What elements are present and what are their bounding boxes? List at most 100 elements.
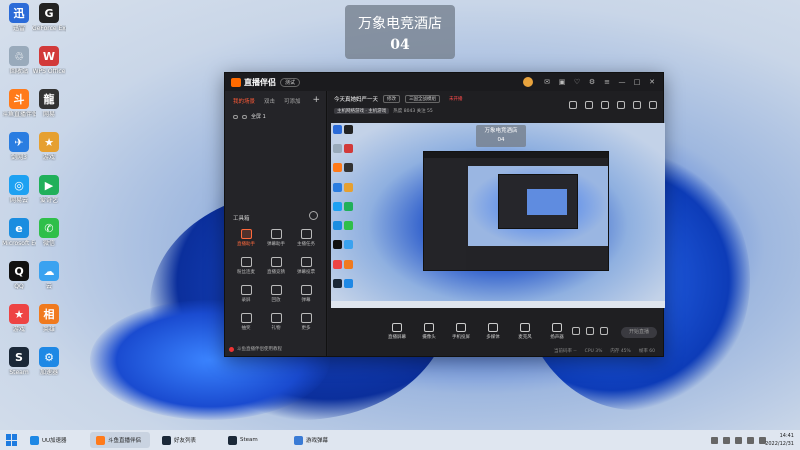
tray-network-icon[interactable]: [735, 436, 742, 444]
start-live-button[interactable]: 开始直播: [621, 327, 657, 338]
tab-my-scenes[interactable]: 我的场景: [233, 97, 255, 105]
desktop-icon[interactable]: Q QQ: [2, 261, 36, 290]
video-icon[interactable]: [572, 327, 580, 335]
scene-item[interactable]: 全屏 1: [225, 111, 326, 122]
gift-icon[interactable]: ▣: [557, 77, 567, 87]
desktop-icon[interactable]: S Steam: [2, 347, 36, 376]
clock[interactable]: 14:41 2022/12/31: [765, 432, 794, 448]
close-icon[interactable]: ✕: [647, 77, 657, 87]
desktop-icon[interactable]: 迅迅雷: [2, 3, 36, 32]
desktop-icon[interactable]: ✆ 微信: [32, 218, 66, 247]
bell-icon[interactable]: ♡: [572, 77, 582, 87]
eye-icon[interactable]: [233, 114, 238, 119]
menu-icon[interactable]: ≡: [602, 77, 612, 87]
tool-item[interactable]: 录屏: [231, 285, 261, 303]
preview-icon: [344, 144, 353, 154]
tool-item[interactable]: 主播任务: [291, 229, 321, 247]
screenshot-icon[interactable]: [617, 101, 625, 109]
taskbar-app-label: Steam: [240, 437, 258, 443]
tab-double[interactable]: 双击: [264, 97, 275, 105]
layout-icon[interactable]: [601, 101, 609, 109]
tool-item[interactable]: 弹幕投票: [291, 257, 321, 275]
mail-icon[interactable]: ✉: [542, 77, 552, 87]
tray-arrow-icon[interactable]: [711, 436, 718, 444]
taskbar-apps: UU加速器 斗鱼直播伴侣 好友列表 Steam 游戏弹幕: [18, 432, 348, 448]
link-icon[interactable]: [649, 101, 657, 109]
desktop-icon[interactable]: ◎ 网易云: [2, 175, 36, 204]
desktop-icon-label: 云: [45, 283, 52, 290]
speaker-button[interactable]: 扬声器: [548, 323, 566, 340]
preview-icon: [333, 240, 342, 250]
maximize-icon[interactable]: □: [632, 77, 642, 87]
tool-item[interactable]: 弹幕助手: [261, 229, 291, 247]
desktop-icon[interactable]: ♲ 回收站: [2, 46, 36, 75]
notification-icon[interactable]: [633, 101, 641, 109]
tool-grid: 直播助手 弹幕助手 主播任务粉丝连麦 直播竞猜 弹幕投票录屏 回放 弹幕抽奖 礼物 更多: [231, 229, 321, 331]
tool-item[interactable]: 抽奖: [231, 313, 261, 331]
desktop-icon[interactable]: ★ 游戏: [32, 132, 66, 161]
overlay-line2: 04: [390, 37, 410, 53]
app-icon: ✆: [39, 218, 59, 238]
tool-item[interactable]: 直播竞猜: [261, 257, 291, 275]
desktop-icon[interactable]: 相英雄: [32, 304, 66, 333]
share-icon[interactable]: [569, 101, 577, 109]
tool-item[interactable]: 直播助手: [231, 229, 261, 247]
tool-item[interactable]: 弹幕: [291, 285, 321, 303]
taskbar-app[interactable]: 斗鱼直播伴侣: [90, 432, 150, 448]
preview-icon: [333, 201, 342, 211]
live-status: 未开播: [449, 97, 463, 102]
desktop-icon[interactable]: e Microsoft Edge: [2, 218, 36, 247]
tray-input-icon[interactable]: [723, 436, 730, 444]
desktop-icon[interactable]: 龍网易: [32, 89, 66, 118]
tools-toggle[interactable]: [309, 211, 318, 220]
taskbar-app[interactable]: UU加速器: [24, 432, 84, 448]
settings-icon[interactable]: ⚙: [587, 77, 597, 87]
tool-item[interactable]: 礼物: [261, 313, 291, 331]
desktop-icon[interactable]: 斗斗鱼直播伴侣: [2, 89, 36, 118]
screen-capture-button[interactable]: 直播屏幕: [388, 323, 406, 340]
gear-icon[interactable]: [600, 327, 608, 335]
desktop-icon[interactable]: ★ 游戏: [2, 304, 36, 333]
desktop-icon[interactable]: ⚙ 加速器: [32, 347, 66, 376]
lock-icon[interactable]: [242, 114, 247, 119]
preview-icon: [344, 240, 353, 250]
tray-volume-icon[interactable]: [747, 436, 754, 444]
camera-button[interactable]: 摄像头: [420, 323, 438, 340]
preview-icon: [333, 278, 342, 288]
desktop-icon[interactable]: G GeForce Experience: [32, 3, 66, 32]
taskbar-app[interactable]: Steam: [222, 432, 282, 448]
tool-item[interactable]: 更多: [291, 313, 321, 331]
category-tag[interactable]: 主机网络游戏 · 主机游戏: [334, 108, 390, 114]
desktop-icon[interactable]: W WPS Office: [32, 46, 66, 75]
desktop-icon[interactable]: ▶ 爱奇艺: [32, 175, 66, 204]
tool-item[interactable]: 回放: [261, 285, 291, 303]
app-icon: Q: [9, 261, 29, 281]
media-button[interactable]: 多媒体: [484, 323, 502, 340]
desktop-icon-label: 迅雷: [12, 25, 25, 32]
taskbar-app[interactable]: 好友列表: [156, 432, 216, 448]
tutorial-link[interactable]: 斗鱼直播伴侣使用教程: [229, 346, 282, 352]
preview-icon: [333, 125, 342, 134]
microphone-button[interactable]: 麦克风: [516, 323, 534, 340]
desktop-icon[interactable]: ✈ 剑网3: [2, 132, 36, 161]
version-badge[interactable]: 测试: [280, 77, 301, 87]
overlay-title: 万象电竞酒店 04: [345, 5, 455, 59]
minimize-icon[interactable]: —: [617, 77, 627, 87]
tab-addable[interactable]: 可添加: [284, 97, 301, 105]
record-icon[interactable]: [585, 101, 593, 109]
desktop-icon-label: 网易: [42, 111, 55, 118]
edit-title-button[interactable]: 修改: [383, 95, 401, 103]
taskbar-app[interactable]: 游戏弹幕: [288, 432, 348, 448]
avatar[interactable]: [523, 77, 533, 87]
phone-cast-button[interactable]: 手机投屏: [452, 323, 470, 340]
tool-item[interactable]: 粉丝连麦: [231, 257, 261, 275]
room-category-button[interactable]: 三国全战模组: [405, 95, 441, 103]
start-button[interactable]: [6, 434, 18, 446]
add-scene-icon[interactable]: +: [312, 95, 320, 105]
taskbar-app-icon: [96, 435, 105, 445]
preview-icon: [344, 278, 353, 288]
stream-preview[interactable]: 万象电竞酒店 04: [331, 123, 665, 308]
audio-settings-icon[interactable]: [586, 327, 594, 335]
desktop-icon[interactable]: ☁ 云: [32, 261, 66, 290]
tool-label: 主播任务: [297, 242, 315, 247]
